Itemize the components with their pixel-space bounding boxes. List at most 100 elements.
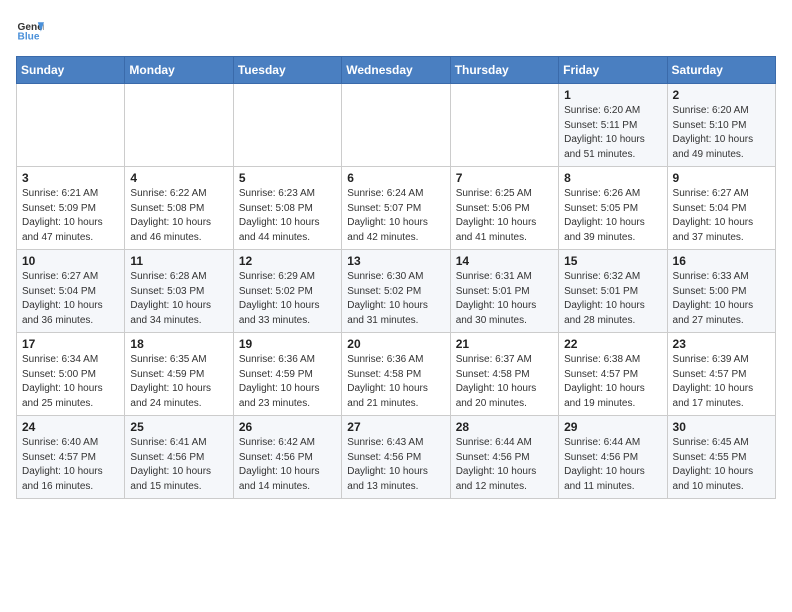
calendar-cell (450, 84, 558, 167)
cell-info: Sunrise: 6:34 AM Sunset: 5:00 PM Dayligh… (22, 353, 119, 411)
cell-info: Sunrise: 6:44 AM Sunset: 4:56 PM Dayligh… (564, 436, 661, 494)
cell-info: Sunrise: 6:28 AM Sunset: 5:03 PM Dayligh… (130, 270, 227, 328)
day-number: 4 (130, 171, 227, 185)
calendar-week-2: 3Sunrise: 6:21 AM Sunset: 5:09 PM Daylig… (17, 167, 776, 250)
day-number: 20 (347, 337, 444, 351)
calendar-cell: 3Sunrise: 6:21 AM Sunset: 5:09 PM Daylig… (17, 167, 125, 250)
cell-info: Sunrise: 6:36 AM Sunset: 4:59 PM Dayligh… (239, 353, 336, 411)
cell-info: Sunrise: 6:37 AM Sunset: 4:58 PM Dayligh… (456, 353, 553, 411)
cell-info: Sunrise: 6:25 AM Sunset: 5:06 PM Dayligh… (456, 187, 553, 245)
calendar-cell: 30 Sunrise: 6:45 AM Sunset: 4:55 PM Dayli… (667, 416, 775, 499)
day-number: 29 (564, 420, 661, 434)
calendar-cell: 1 Sunrise: 6:20 AM Sunset: 5:11 PM Daylig… (559, 84, 667, 167)
calendar-cell: 4 Sunrise: 6:22 AM Sunset: 5:08 PM Daylig… (125, 167, 233, 250)
cell-info: Sunrise: 6:31 AM Sunset: 5:01 PM Dayligh… (456, 270, 553, 328)
day-number: 19 (239, 337, 336, 351)
cell-info: Sunrise: 6:29 AM Sunset: 5:02 PM Dayligh… (239, 270, 336, 328)
cell-info: Sunrise: 6:21 AM Sunset: 5:09 PM Dayligh… (22, 187, 119, 245)
day-number: 2 (673, 88, 770, 102)
weekday-header-sunday: Sunday (17, 57, 125, 84)
calendar-cell: 8 Sunrise: 6:26 AM Sunset: 5:05 PM Daylig… (559, 167, 667, 250)
calendar-cell: 2 Sunrise: 6:20 AM Sunset: 5:10 PM Daylig… (667, 84, 775, 167)
day-number: 16 (673, 254, 770, 268)
calendar-cell: 10Sunrise: 6:27 AM Sunset: 5:04 PM Dayli… (17, 250, 125, 333)
calendar-cell: 15 Sunrise: 6:32 AM Sunset: 5:01 PM Dayli… (559, 250, 667, 333)
calendar-cell: 26Sunrise: 6:42 AM Sunset: 4:56 PM Dayli… (233, 416, 341, 499)
cell-info: Sunrise: 6:24 AM Sunset: 5:07 PM Dayligh… (347, 187, 444, 245)
day-number: 24 (22, 420, 119, 434)
calendar-cell (125, 84, 233, 167)
cell-info: Sunrise: 6:33 AM Sunset: 5:00 PM Dayligh… (673, 270, 770, 328)
calendar-body: 1 Sunrise: 6:20 AM Sunset: 5:11 PM Daylig… (17, 84, 776, 499)
calendar-cell: 12Sunrise: 6:29 AM Sunset: 5:02 PM Dayli… (233, 250, 341, 333)
calendar-week-4: 17 Sunrise: 6:34 AM Sunset: 5:00 PM Dayli… (17, 333, 776, 416)
cell-info: Sunrise: 6:22 AM Sunset: 5:08 PM Dayligh… (130, 187, 227, 245)
calendar-cell: 5 Sunrise: 6:23 AM Sunset: 5:08 PM Daylig… (233, 167, 341, 250)
calendar-cell: 13 Sunrise: 6:30 AM Sunset: 5:02 PM Dayli… (342, 250, 450, 333)
svg-text:Blue: Blue (18, 31, 40, 42)
day-number: 7 (456, 171, 553, 185)
page-header: General Blue (16, 16, 776, 44)
logo: General Blue (16, 16, 46, 44)
cell-info: Sunrise: 6:35 AM Sunset: 4:59 PM Dayligh… (130, 353, 227, 411)
calendar-cell: 27 Sunrise: 6:43 AM Sunset: 4:56 PM Dayli… (342, 416, 450, 499)
day-number: 6 (347, 171, 444, 185)
day-number: 22 (564, 337, 661, 351)
cell-info: Sunrise: 6:45 AM Sunset: 4:55 PM Dayligh… (673, 436, 770, 494)
day-number: 23 (673, 337, 770, 351)
calendar-cell: 25Sunrise: 6:41 AM Sunset: 4:56 PM Dayli… (125, 416, 233, 499)
calendar-cell: 9Sunrise: 6:27 AM Sunset: 5:04 PM Daylig… (667, 167, 775, 250)
cell-info: Sunrise: 6:43 AM Sunset: 4:56 PM Dayligh… (347, 436, 444, 494)
calendar-cell: 14 Sunrise: 6:31 AM Sunset: 5:01 PM Dayli… (450, 250, 558, 333)
day-number: 30 (673, 420, 770, 434)
calendar-cell: 22 Sunrise: 6:38 AM Sunset: 4:57 PM Dayli… (559, 333, 667, 416)
day-number: 11 (130, 254, 227, 268)
cell-info: Sunrise: 6:30 AM Sunset: 5:02 PM Dayligh… (347, 270, 444, 328)
calendar-cell: 28 Sunrise: 6:44 AM Sunset: 4:56 PM Dayli… (450, 416, 558, 499)
day-number: 1 (564, 88, 661, 102)
weekday-header-saturday: Saturday (667, 57, 775, 84)
cell-info: Sunrise: 6:32 AM Sunset: 5:01 PM Dayligh… (564, 270, 661, 328)
calendar-cell: 17 Sunrise: 6:34 AM Sunset: 5:00 PM Dayli… (17, 333, 125, 416)
logo-icon: General Blue (16, 16, 44, 44)
calendar-cell: 11 Sunrise: 6:28 AM Sunset: 5:03 PM Dayli… (125, 250, 233, 333)
day-number: 25 (130, 420, 227, 434)
cell-info: Sunrise: 6:42 AM Sunset: 4:56 PM Dayligh… (239, 436, 336, 494)
calendar-cell: 29 Sunrise: 6:44 AM Sunset: 4:56 PM Dayli… (559, 416, 667, 499)
calendar-cell: 21 Sunrise: 6:37 AM Sunset: 4:58 PM Dayli… (450, 333, 558, 416)
day-number: 14 (456, 254, 553, 268)
calendar-cell (233, 84, 341, 167)
day-number: 28 (456, 420, 553, 434)
day-number: 27 (347, 420, 444, 434)
day-number: 9 (673, 171, 770, 185)
day-number: 17 (22, 337, 119, 351)
calendar-table: SundayMondayTuesdayWednesdayThursdayFrid… (16, 56, 776, 499)
calendar-cell: 7 Sunrise: 6:25 AM Sunset: 5:06 PM Daylig… (450, 167, 558, 250)
weekday-header-tuesday: Tuesday (233, 57, 341, 84)
weekday-header-friday: Friday (559, 57, 667, 84)
cell-info: Sunrise: 6:44 AM Sunset: 4:56 PM Dayligh… (456, 436, 553, 494)
calendar-week-5: 24 Sunrise: 6:40 AM Sunset: 4:57 PM Dayli… (17, 416, 776, 499)
cell-info: Sunrise: 6:26 AM Sunset: 5:05 PM Dayligh… (564, 187, 661, 245)
day-number: 13 (347, 254, 444, 268)
calendar-cell: 24 Sunrise: 6:40 AM Sunset: 4:57 PM Dayli… (17, 416, 125, 499)
calendar-cell: 16 Sunrise: 6:33 AM Sunset: 5:00 PM Dayli… (667, 250, 775, 333)
calendar-cell: 23Sunrise: 6:39 AM Sunset: 4:57 PM Dayli… (667, 333, 775, 416)
cell-info: Sunrise: 6:20 AM Sunset: 5:11 PM Dayligh… (564, 104, 661, 162)
day-number: 15 (564, 254, 661, 268)
day-number: 5 (239, 171, 336, 185)
day-number: 8 (564, 171, 661, 185)
cell-info: Sunrise: 6:40 AM Sunset: 4:57 PM Dayligh… (22, 436, 119, 494)
calendar-week-1: 1 Sunrise: 6:20 AM Sunset: 5:11 PM Daylig… (17, 84, 776, 167)
day-number: 21 (456, 337, 553, 351)
cell-info: Sunrise: 6:23 AM Sunset: 5:08 PM Dayligh… (239, 187, 336, 245)
cell-info: Sunrise: 6:20 AM Sunset: 5:10 PM Dayligh… (673, 104, 770, 162)
calendar-cell (17, 84, 125, 167)
calendar-cell: 20 Sunrise: 6:36 AM Sunset: 4:58 PM Dayli… (342, 333, 450, 416)
cell-info: Sunrise: 6:38 AM Sunset: 4:57 PM Dayligh… (564, 353, 661, 411)
day-number: 10 (22, 254, 119, 268)
calendar-cell (342, 84, 450, 167)
weekday-header-thursday: Thursday (450, 57, 558, 84)
calendar-cell: 6 Sunrise: 6:24 AM Sunset: 5:07 PM Daylig… (342, 167, 450, 250)
cell-info: Sunrise: 6:36 AM Sunset: 4:58 PM Dayligh… (347, 353, 444, 411)
